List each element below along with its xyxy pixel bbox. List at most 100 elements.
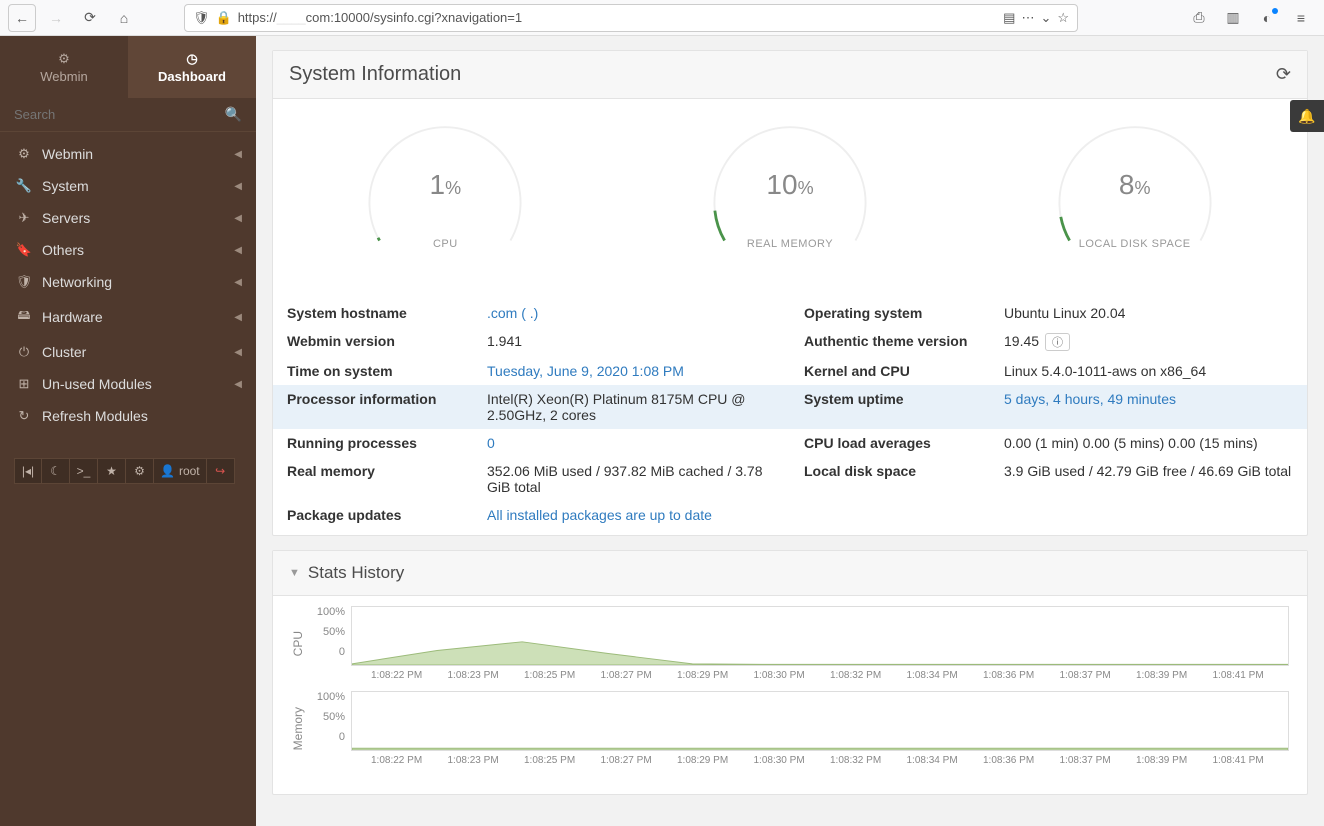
info-key: System uptime: [804, 391, 1004, 407]
reader-icon[interactable]: ▤: [1003, 10, 1015, 26]
lock-icon: 🔒: [216, 10, 232, 26]
nav-icon: ⚙: [14, 146, 34, 162]
home-button[interactable]: ⌂: [110, 4, 138, 32]
chart-area[interactable]: [351, 691, 1289, 751]
library-icon[interactable]: ⎙: [1184, 4, 1214, 32]
info-key: Webmin version: [287, 333, 487, 349]
chart-xticks: 1:08:22 PM1:08:23 PM1:08:25 PM1:08:27 PM…: [371, 670, 1289, 681]
chevron-left-icon: ◀: [234, 213, 242, 224]
info-key: Package updates: [287, 507, 487, 523]
info-key: Local disk space: [804, 463, 1004, 479]
chart-cpu: CPU 100%50%0 1:08:22 PM1:08:23 PM1:08:25…: [291, 606, 1289, 681]
chart-area[interactable]: [351, 606, 1289, 666]
main-content: System Information ⟳ 1% CPU 10% REAL MEM…: [256, 36, 1324, 826]
collapse-sidebar-button[interactable]: |◂|: [14, 458, 42, 484]
sidebar: ⚙ Webmin ◷ Dashboard 🔍 ⚙Webmin◀🔧System◀✈…: [0, 36, 256, 826]
search-input[interactable]: [14, 107, 225, 122]
info-row: Processor informationIntel(R) Xeon(R) Pl…: [273, 385, 1307, 429]
sidebar-item-webmin[interactable]: ⚙Webmin◀: [0, 138, 256, 170]
nav-label: Un-used Modules: [42, 376, 152, 392]
info-key: Real memory: [287, 463, 487, 479]
info-key: CPU load averages: [804, 435, 1004, 451]
info-key: System hostname: [287, 305, 487, 321]
gauge-value: 8%: [1119, 169, 1151, 201]
info-value: 19.45ⓘ: [1004, 333, 1293, 351]
refresh-button[interactable]: ⟳: [1276, 64, 1291, 85]
chart-ylabel: Memory: [291, 707, 311, 750]
nav-icon: 🛡: [14, 274, 34, 290]
hamburger-icon[interactable]: ≡: [1286, 4, 1316, 32]
notifications-button[interactable]: 🔔: [1290, 100, 1324, 132]
info-row: Package updatesAll installed packages ar…: [273, 501, 1307, 529]
favorites-button[interactable]: ★: [98, 458, 126, 484]
info-value[interactable]: 0: [487, 435, 776, 451]
panel-title: System Information: [289, 63, 461, 86]
stats-header[interactable]: ▼ Stats History: [273, 551, 1307, 596]
sidebar-item-un-used-modules[interactable]: ⊞Un-used Modules◀: [0, 368, 256, 400]
nav-label: Webmin: [42, 146, 93, 162]
info-key: Authentic theme version: [804, 333, 1004, 349]
night-mode-button[interactable]: ☾: [42, 458, 70, 484]
chevron-left-icon: ◀: [234, 347, 242, 358]
nav-icon: 🖴: [14, 306, 34, 328]
sidebar-item-system[interactable]: 🔧System◀: [0, 170, 256, 202]
info-value: Intel(R) Xeon(R) Platinum 8175M CPU @ 2.…: [487, 391, 776, 423]
gauge-label: REAL MEMORY: [747, 238, 833, 250]
nav-icon: ✈: [14, 210, 34, 226]
gauge-cpu: 1% CPU: [273, 113, 618, 283]
chart-yticks: 100%50%0: [311, 606, 351, 666]
star-icon[interactable]: ☆: [1057, 10, 1069, 26]
sidebar-item-refresh-modules[interactable]: ↻Refresh Modules: [0, 400, 256, 432]
chart-memory: Memory 100%50%0 1:08:22 PM1:08:23 PM1:08…: [291, 691, 1289, 766]
logout-button[interactable]: ↪: [207, 458, 235, 484]
back-button[interactable]: ←: [8, 4, 36, 32]
stats-title: Stats History: [308, 563, 404, 583]
nav-icon: ⏻: [14, 344, 34, 360]
sidebar-item-servers[interactable]: ✈ Servers ◀: [0, 202, 256, 234]
info-key: Running processes: [287, 435, 487, 451]
sidebar-item-networking[interactable]: 🛡Networking◀: [0, 266, 256, 298]
gauge-label: CPU: [433, 238, 458, 250]
info-key: Kernel and CPU: [804, 363, 1004, 379]
sidebar-item-hardware[interactable]: 🖴Hardware◀: [0, 298, 256, 336]
terminal-button[interactable]: >_: [70, 458, 98, 484]
more-icon[interactable]: ⋯: [1021, 10, 1034, 26]
pocket-icon[interactable]: ⌄: [1040, 10, 1051, 26]
shield-icon: 🛡: [193, 10, 210, 26]
info-value: Linux 5.4.0-1011-aws on x86_64: [1004, 363, 1293, 379]
info-value[interactable]: 5 days, 4 hours, 49 minutes: [1004, 391, 1293, 407]
info-value: 3.9 GiB used / 42.79 GiB free / 46.69 Gi…: [1004, 463, 1293, 479]
nav-label: Servers: [42, 210, 90, 226]
reload-button[interactable]: ⟳: [76, 4, 104, 32]
info-value[interactable]: All installed packages are up to date: [487, 507, 776, 523]
user-icon: 👤: [160, 464, 175, 478]
chevron-left-icon: ◀: [234, 379, 242, 390]
gear-icon: ⚙: [58, 51, 70, 67]
info-row: Real memory352.06 MiB used / 937.82 MiB …: [273, 457, 1307, 501]
settings-button[interactable]: ⚙: [126, 458, 154, 484]
tab-dashboard[interactable]: ◷ Dashboard: [128, 36, 256, 98]
info-badge-icon[interactable]: ⓘ: [1045, 333, 1070, 351]
gauge-local-disk-space: 8% LOCAL DISK SPACE: [962, 113, 1307, 283]
nav-label: System: [42, 178, 89, 194]
nav-icon: 🔧: [14, 178, 34, 194]
search-icon[interactable]: 🔍: [225, 106, 242, 123]
sidebar-item-cluster[interactable]: ⏻ Cluster ◀: [0, 336, 256, 368]
info-value[interactable]: Tuesday, June 9, 2020 1:08 PM: [487, 363, 776, 379]
info-value: 352.06 MiB used / 937.82 MiB cached / 3.…: [487, 463, 776, 495]
gauge-real-memory: 10% REAL MEMORY: [618, 113, 963, 283]
nav-label: Networking: [42, 274, 112, 290]
sidebar-icon[interactable]: ▥: [1218, 4, 1248, 32]
info-row: Time on systemTuesday, June 9, 2020 1:08…: [273, 357, 1307, 385]
account-icon[interactable]: ◐: [1252, 4, 1282, 32]
info-value[interactable]: .com ( .): [487, 305, 776, 321]
nav-label: Others: [42, 242, 84, 258]
gauge-value: 10%: [766, 169, 813, 201]
nav-label: Cluster: [42, 344, 86, 360]
stats-history-panel: ▼ Stats History CPU 100%50%0 1:08:22 PM1…: [272, 550, 1308, 795]
tab-webmin[interactable]: ⚙ Webmin: [0, 36, 128, 98]
sidebar-item-others[interactable]: 🔖Others◀: [0, 234, 256, 266]
nav-label: Refresh Modules: [42, 408, 148, 424]
user-button[interactable]: 👤root: [154, 458, 207, 484]
url-bar[interactable]: 🛡 🔒 https://____com:10000/sysinfo.cgi?xn…: [184, 4, 1078, 32]
